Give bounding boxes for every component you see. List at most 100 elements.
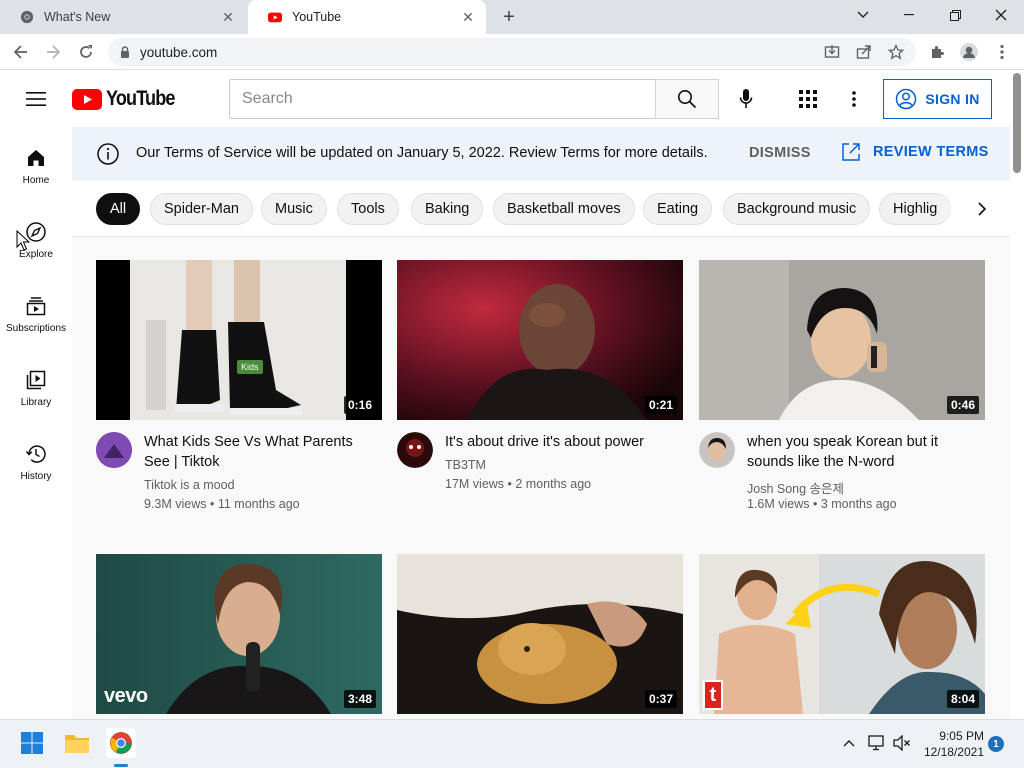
share-icon[interactable] bbox=[854, 42, 874, 62]
video-duration: 0:21 bbox=[644, 396, 677, 414]
thumbnail-image bbox=[397, 554, 683, 714]
video-thumbnail[interactable]: vevo 3:48 bbox=[96, 554, 382, 714]
notification-badge[interactable]: 1 bbox=[988, 736, 1004, 752]
address-bar[interactable]: youtube.com bbox=[108, 38, 916, 66]
chrome-taskbar-button[interactable] bbox=[106, 728, 136, 758]
guide-item-home[interactable]: Home bbox=[0, 127, 72, 201]
tab-close-icon[interactable]: ✕ bbox=[460, 9, 476, 25]
scrollbar-thumb[interactable] bbox=[1013, 73, 1021, 173]
video-thumbnail[interactable]: t 8:04 bbox=[699, 554, 985, 714]
search-box[interactable] bbox=[229, 79, 656, 119]
channel-avatar[interactable] bbox=[397, 432, 433, 468]
thumbnail-image bbox=[699, 260, 985, 420]
channel-name[interactable]: Tiktok is a mood bbox=[144, 478, 235, 492]
video-card[interactable]: t 8:04 bbox=[699, 554, 985, 714]
chip-music[interactable]: Music bbox=[261, 193, 327, 225]
chip-baking[interactable]: Baking bbox=[411, 193, 484, 225]
forward-button[interactable] bbox=[40, 39, 66, 65]
channel-watermark: t bbox=[703, 680, 723, 710]
video-card[interactable]: 0:46 when you speak Korean but it sounds… bbox=[699, 260, 985, 530]
guide-item-history[interactable]: History bbox=[0, 423, 72, 497]
youtube-logo[interactable]: YouTube bbox=[72, 87, 186, 111]
youtube-favicon-icon bbox=[268, 12, 282, 23]
tab-search-icon[interactable] bbox=[840, 0, 886, 30]
video-thumbnail[interactable]: 0:37 bbox=[397, 554, 683, 714]
close-window-button[interactable] bbox=[978, 0, 1024, 30]
video-title[interactable]: What Kids See Vs What Parents See | Tikt… bbox=[144, 432, 380, 472]
channel-avatar[interactable] bbox=[699, 432, 735, 468]
back-button[interactable] bbox=[8, 39, 34, 65]
video-duration: 3:48 bbox=[343, 690, 376, 708]
volume-button[interactable] bbox=[887, 728, 917, 758]
start-button[interactable] bbox=[17, 728, 47, 758]
video-title[interactable]: when you speak Korean but it sounds like… bbox=[747, 432, 983, 472]
video-thumbnail[interactable]: Kids 0:16 bbox=[96, 260, 382, 420]
chip-spider-man[interactable]: Spider-Man bbox=[150, 193, 253, 225]
guide-menu-icon[interactable] bbox=[22, 87, 50, 111]
clock-time: 9:05 PM bbox=[939, 729, 984, 743]
chip-basketball-moves[interactable]: Basketball moves bbox=[493, 193, 635, 225]
restore-button[interactable] bbox=[932, 0, 978, 30]
chevron-right-icon bbox=[978, 202, 987, 216]
system-clock[interactable]: 9:05 PM 12/18/2021 bbox=[918, 728, 984, 760]
tab-title: YouTube bbox=[292, 10, 342, 24]
tab-close-icon[interactable]: ✕ bbox=[220, 9, 236, 25]
guide-item-subscriptions[interactable]: Subscriptions bbox=[0, 275, 72, 349]
chrome-menu-icon[interactable] bbox=[989, 39, 1015, 65]
review-terms-button[interactable]: REVIEW TERMS bbox=[841, 142, 989, 162]
chip-background-music[interactable]: Background music bbox=[723, 193, 871, 225]
page-scrollbar[interactable] bbox=[1010, 71, 1024, 719]
extensions-puzzle-icon[interactable] bbox=[924, 39, 950, 65]
browser-tab-strip: What's New ✕ YouTube ✕ + bbox=[0, 0, 1024, 34]
video-thumbnail[interactable]: 0:21 bbox=[397, 260, 683, 420]
video-meta: when you speak Korean but it sounds like… bbox=[699, 420, 985, 530]
video-card[interactable]: 0:37 bbox=[397, 554, 683, 714]
dismiss-button[interactable]: DISMISS bbox=[749, 145, 811, 161]
guide-item-library[interactable]: Library bbox=[0, 349, 72, 423]
channel-name[interactable]: Josh Song 송은제 bbox=[747, 478, 844, 497]
settings-more-button[interactable] bbox=[840, 83, 868, 115]
thumbnail-image bbox=[397, 260, 683, 420]
video-duration: 8:04 bbox=[946, 690, 979, 708]
thumbnail-image bbox=[96, 260, 382, 420]
bookmark-star-icon[interactable] bbox=[886, 42, 906, 62]
tab-title: What's New bbox=[44, 10, 111, 24]
url-text: youtube.com bbox=[140, 44, 218, 60]
new-tab-button[interactable]: + bbox=[498, 6, 520, 28]
chip-eating[interactable]: Eating bbox=[643, 193, 713, 225]
chip-all[interactable]: All bbox=[96, 193, 141, 225]
voice-search-button[interactable] bbox=[730, 83, 762, 115]
review-terms-label: REVIEW TERMS bbox=[873, 144, 989, 160]
tab-youtube[interactable]: YouTube ✕ bbox=[248, 0, 486, 34]
monitor-network-icon bbox=[868, 735, 884, 751]
show-hidden-icons-button[interactable] bbox=[834, 728, 864, 758]
banner-message: Our Terms of Service will be updated on … bbox=[136, 145, 708, 161]
tab-whats-new[interactable]: What's New ✕ bbox=[0, 0, 246, 34]
video-title[interactable]: It's about drive it's about power bbox=[445, 432, 681, 452]
video-meta: It's about drive it's about power TB3TM … bbox=[397, 420, 683, 530]
chip-tools[interactable]: Tools bbox=[337, 193, 399, 225]
search-button[interactable] bbox=[655, 79, 719, 119]
home-icon bbox=[28, 150, 44, 166]
video-card[interactable]: Kids 0:16 What Kids See Vs What Parents … bbox=[96, 260, 382, 530]
profile-avatar-icon[interactable] bbox=[956, 39, 982, 65]
minimize-button[interactable] bbox=[886, 0, 932, 30]
microphone-icon bbox=[739, 89, 753, 108]
reload-button[interactable] bbox=[73, 39, 99, 65]
video-card[interactable]: 0:21 It's about drive it's about power T… bbox=[397, 260, 683, 530]
install-icon[interactable] bbox=[822, 42, 842, 62]
sign-in-button[interactable]: SIGN IN bbox=[883, 79, 992, 119]
video-thumbnail[interactable]: 0:46 bbox=[699, 260, 985, 420]
channel-name[interactable]: TB3TM bbox=[445, 458, 486, 472]
youtube-apps-button[interactable] bbox=[792, 83, 824, 115]
video-card[interactable]: vevo 3:48 bbox=[96, 554, 382, 714]
terms-banner: Our Terms of Service will be updated on … bbox=[72, 127, 1010, 181]
guide-label: History bbox=[20, 471, 52, 482]
search-input[interactable] bbox=[242, 90, 656, 108]
chip-scroll-next-button[interactable] bbox=[968, 195, 996, 223]
windows-logo-icon bbox=[21, 732, 43, 754]
video-stats: 17M views • 2 months ago bbox=[445, 477, 592, 491]
file-explorer-button[interactable] bbox=[62, 728, 92, 758]
guide-item-explore[interactable]: Explore bbox=[0, 201, 72, 275]
channel-avatar[interactable] bbox=[96, 432, 132, 468]
